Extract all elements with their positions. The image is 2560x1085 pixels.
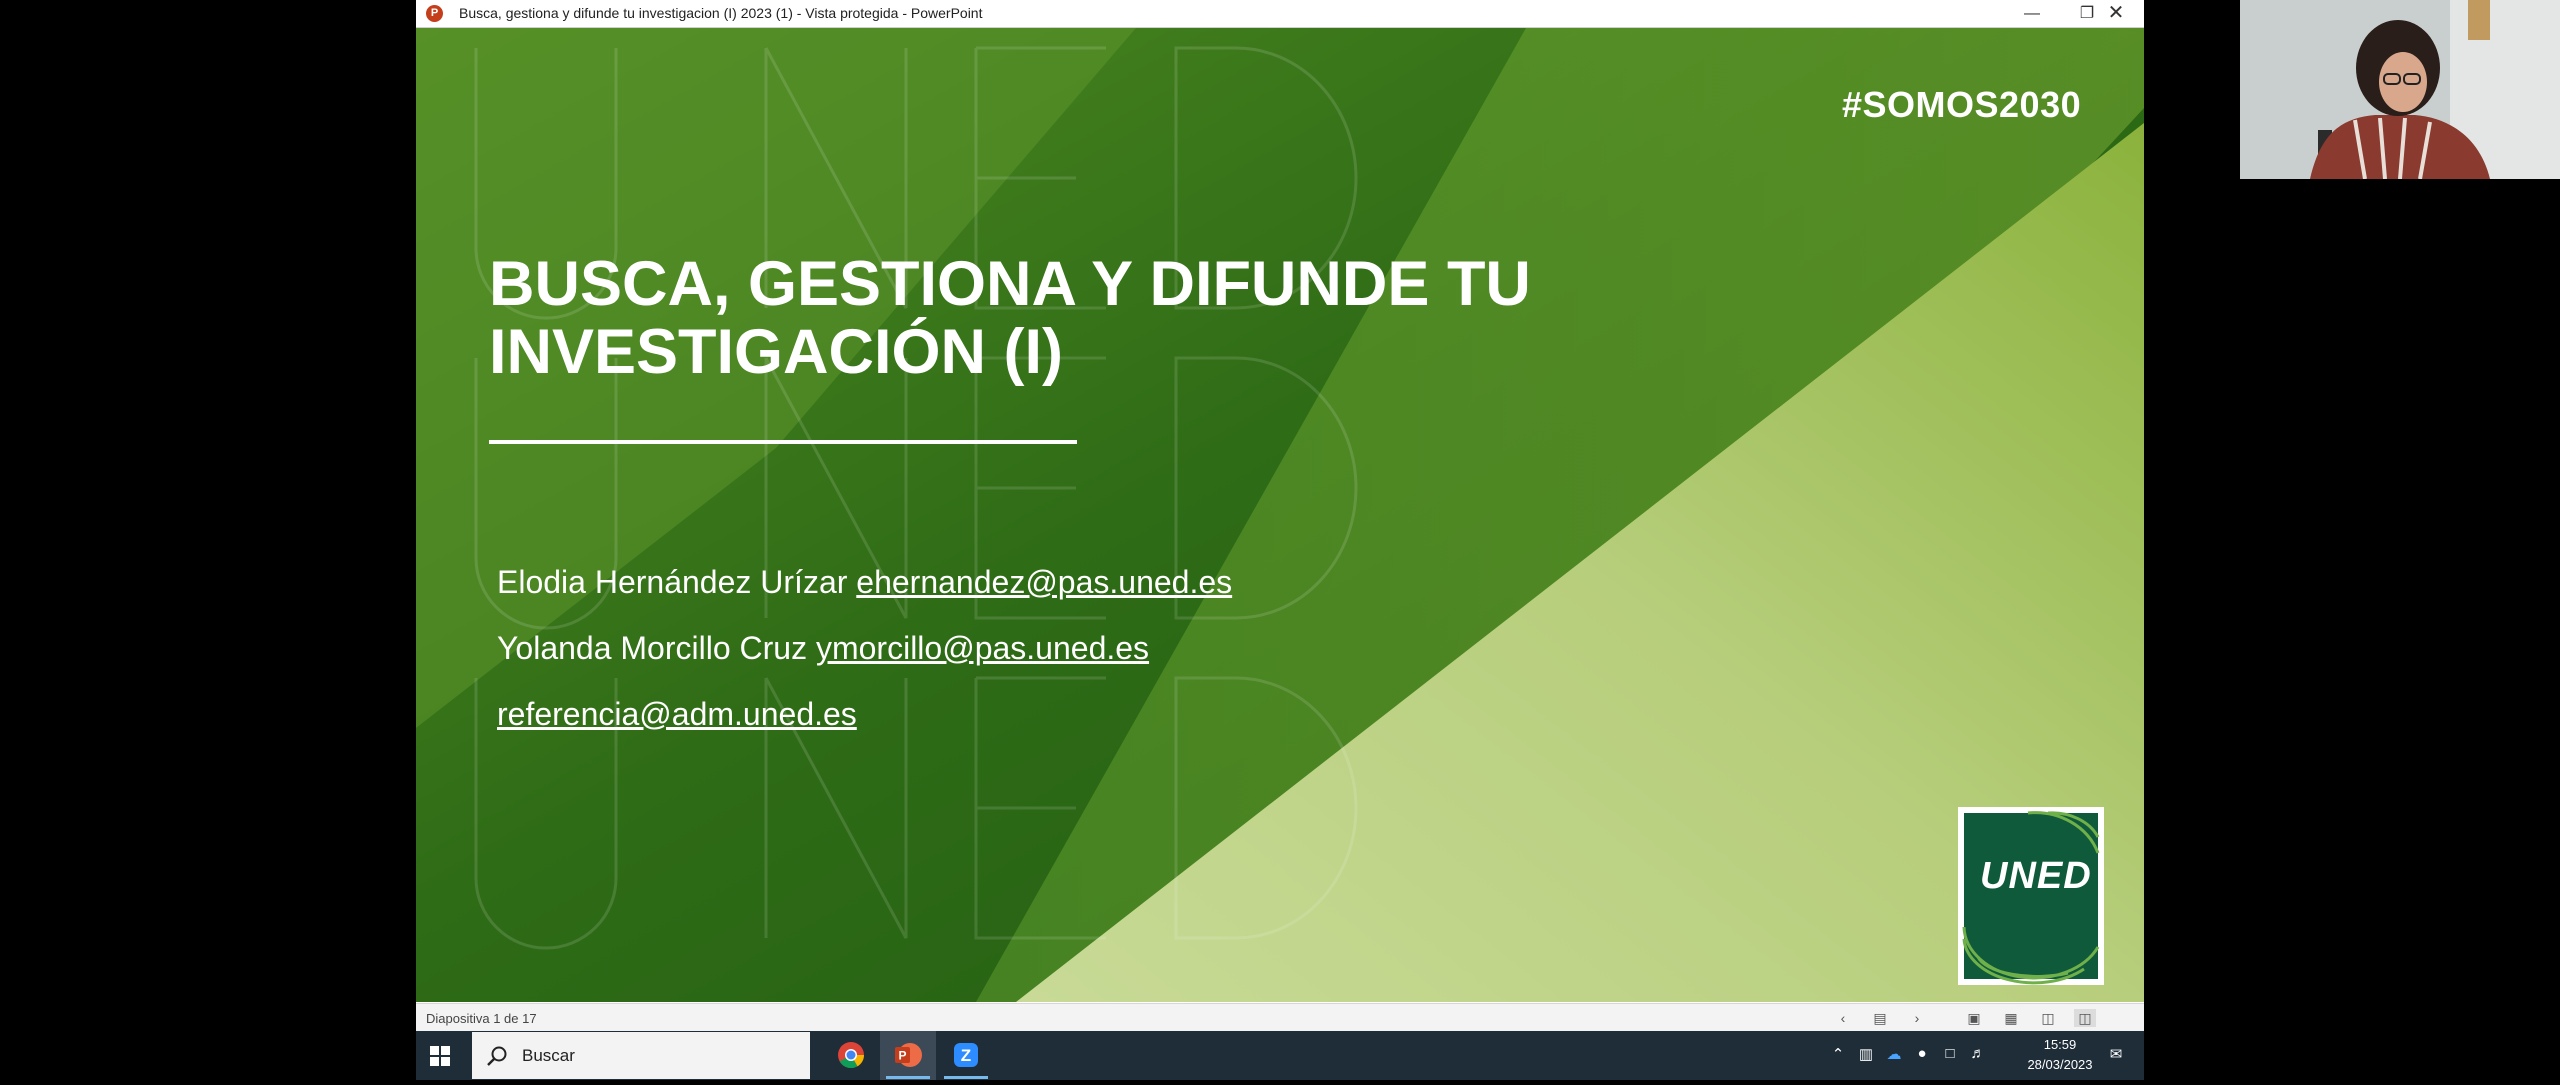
tray-device-icon[interactable]: ▥ bbox=[1854, 1045, 1878, 1063]
slideshow-icon[interactable]: ◫ bbox=[2074, 1009, 2096, 1027]
author-name: Elodia Hernández Urízar bbox=[497, 564, 848, 600]
slide-title-line2: INVESTIGACIÓN (I) bbox=[489, 317, 1064, 387]
uned-logo: UNED bbox=[1958, 807, 2104, 985]
next-slide-icon[interactable]: › bbox=[1906, 1009, 1928, 1027]
slide-title-line1: BUSCA, GESTIONA Y DIFUNDE TU bbox=[489, 249, 1531, 319]
powerpoint-taskbar-icon[interactable]: P bbox=[880, 1031, 936, 1080]
onedrive-icon[interactable]: ☁ bbox=[1882, 1045, 1906, 1063]
notifications-icon[interactable]: ✉ bbox=[2104, 1045, 2128, 1063]
author-name: Yolanda Morcillo Cruz bbox=[497, 630, 808, 666]
chrome-icon[interactable] bbox=[823, 1031, 879, 1080]
search-placeholder: Buscar bbox=[522, 1046, 575, 1065]
clock-date[interactable]: 28/03/2023 bbox=[2016, 1057, 2104, 1072]
slide-background bbox=[416, 28, 2144, 1002]
tray-chevron-up-icon[interactable]: ⌃ bbox=[1826, 1045, 1850, 1063]
reading-view-icon[interactable]: ◫ bbox=[2037, 1009, 2059, 1027]
prev-slide-icon[interactable]: ‹ bbox=[1832, 1009, 1854, 1027]
contact-row: referencia@adm.uned.es bbox=[497, 696, 857, 733]
slide-counter: Diapositiva 1 de 17 bbox=[426, 1011, 537, 1026]
contact-email-link[interactable]: referencia@adm.uned.es bbox=[497, 696, 857, 732]
title-bar[interactable]: P Busca, gestiona y difunde tu investiga… bbox=[416, 0, 2144, 28]
author-row: Yolanda Morcillo Cruz ymorcillo@pas.uned… bbox=[497, 630, 1149, 667]
volume-icon[interactable]: ♬ bbox=[1966, 1045, 1990, 1062]
network-icon[interactable]: □ bbox=[1938, 1045, 1962, 1062]
window-title: Busca, gestiona y difunde tu investigaci… bbox=[459, 5, 983, 21]
slide-canvas: #SOMOS2030 BUSCA, GESTIONA Y DIFUNDE TU … bbox=[416, 28, 2144, 1002]
title-divider bbox=[489, 440, 1077, 444]
clock-time[interactable]: 15:59 bbox=[2024, 1037, 2096, 1052]
logo-text: UNED bbox=[1980, 855, 2092, 897]
webcam-video bbox=[2240, 0, 2560, 179]
slide-view-icon[interactable]: ▤ bbox=[1869, 1009, 1891, 1027]
windows-start-icon[interactable] bbox=[416, 1031, 464, 1080]
author-row: Elodia Hernández Urízar ehernandez@pas.u… bbox=[497, 564, 1232, 601]
powerpoint-icon[interactable]: P bbox=[426, 5, 443, 22]
svg-text:P: P bbox=[898, 1049, 906, 1063]
windows-taskbar: Buscar P Z ⌃ ▥ ☁ ● □ ♬ 15:59 28/03/2023 … bbox=[416, 1031, 2144, 1080]
author-email-link[interactable]: ehernandez@pas.uned.es bbox=[856, 564, 1232, 600]
microphone-icon[interactable]: ● bbox=[1910, 1045, 1934, 1062]
zoom-icon[interactable]: Z bbox=[938, 1031, 994, 1080]
normal-view-icon[interactable]: ▣ bbox=[1963, 1009, 1985, 1027]
svg-text:Z: Z bbox=[961, 1046, 971, 1065]
minimize-icon[interactable]: — bbox=[2004, 0, 2060, 27]
slide-sorter-icon[interactable]: ▦ bbox=[2000, 1009, 2022, 1027]
presenter-video-frame bbox=[2240, 0, 2560, 179]
taskbar-search-input[interactable]: Buscar bbox=[472, 1032, 810, 1079]
search-icon bbox=[487, 1046, 507, 1066]
author-email-link[interactable]: ymorcillo@pas.uned.es bbox=[816, 630, 1149, 666]
hashtag-label: #SOMOS2030 bbox=[1842, 84, 2082, 125]
slide-title: BUSCA, GESTIONA Y DIFUNDE TU INVESTIGACI… bbox=[489, 250, 1689, 386]
status-bar: Diapositiva 1 de 17 ‹ ▤ › ▣ ▦ ◫ ◫ bbox=[416, 1003, 2144, 1032]
close-icon[interactable]: ✕ bbox=[2088, 0, 2144, 27]
powerpoint-window: P Busca, gestiona y difunde tu investiga… bbox=[416, 0, 2144, 1032]
